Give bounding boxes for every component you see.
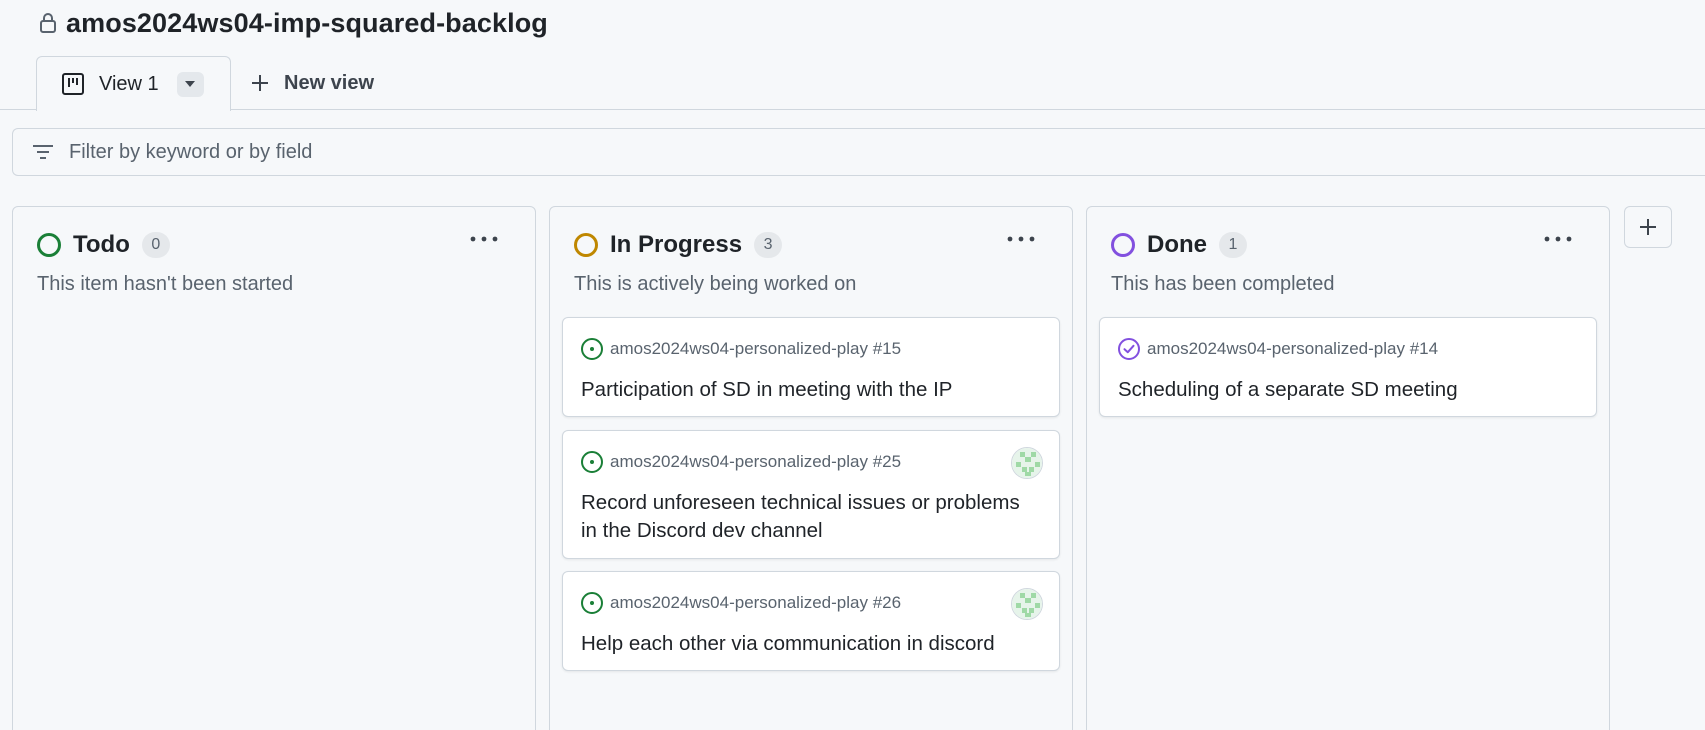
column-header: In Progress 3 <box>574 229 783 261</box>
card-title[interactable]: Help each other via communication in dis… <box>581 630 1041 658</box>
triangle-down-icon <box>185 81 196 87</box>
view-tabs: View 1 New view <box>0 55 1705 111</box>
status-circle-icon <box>37 233 61 257</box>
column-description: This item hasn't been started <box>37 273 294 295</box>
board-card[interactable]: amos2024ws04-personalized-play #15 Parti… <box>562 317 1060 417</box>
column-count-badge: 3 <box>754 232 783 258</box>
column-header: Done 1 <box>1111 229 1247 261</box>
kebab-horizontal-icon <box>1544 236 1572 242</box>
column-title: Done <box>1147 231 1207 258</box>
column-menu-button[interactable] <box>467 227 501 251</box>
kebab-horizontal-icon <box>1007 236 1035 242</box>
plus-icon <box>1640 219 1656 235</box>
card-reference[interactable]: amos2024ws04-personalized-play #14 <box>1147 339 1438 359</box>
column-in-progress: In Progress 3 This is actively being wor… <box>549 206 1073 730</box>
card-reference[interactable]: amos2024ws04-personalized-play #25 <box>610 452 901 472</box>
issue-open-icon <box>580 450 604 474</box>
filter-input[interactable] <box>69 140 669 164</box>
status-circle-icon <box>1111 233 1135 257</box>
card-meta: amos2024ws04-personalized-play #15 <box>580 336 901 362</box>
tab-view-1[interactable]: View 1 <box>36 56 231 111</box>
view-options-button[interactable] <box>176 71 204 97</box>
card-reference[interactable]: amos2024ws04-personalized-play #26 <box>610 593 901 613</box>
card-title[interactable]: Scheduling of a separate SD meeting <box>1118 376 1578 404</box>
column-todo: Todo 0 This item hasn't been started <box>12 206 536 730</box>
board-card[interactable]: amos2024ws04-personalized-play #14 Sched… <box>1099 317 1597 417</box>
board-icon <box>61 72 85 96</box>
issue-open-icon <box>580 591 604 615</box>
column-menu-button[interactable] <box>1541 227 1575 251</box>
card-meta: amos2024ws04-personalized-play #14 <box>1117 336 1438 362</box>
card-meta: amos2024ws04-personalized-play #26 <box>580 590 901 616</box>
avatar[interactable] <box>1011 447 1043 479</box>
column-description: This has been completed <box>1111 273 1335 295</box>
column-header: Todo 0 <box>37 229 170 261</box>
issue-open-icon <box>580 337 604 361</box>
board-card[interactable]: amos2024ws04-personalized-play #26 Help … <box>562 571 1060 671</box>
new-view-button[interactable]: New view <box>250 65 374 101</box>
card-title[interactable]: Record unforeseen technical issues or pr… <box>581 489 1041 545</box>
column-title: Todo <box>73 231 130 258</box>
card-title[interactable]: Participation of SD in meeting with the … <box>581 376 1041 404</box>
issue-closed-icon <box>1117 337 1141 361</box>
add-column-button[interactable] <box>1624 206 1672 248</box>
board-card[interactable]: amos2024ws04-personalized-play #25 Recor… <box>562 430 1060 559</box>
card-meta: amos2024ws04-personalized-play #25 <box>580 449 901 475</box>
column-count-badge: 0 <box>141 232 170 258</box>
column-done: Done 1 This has been completed amos2024w… <box>1086 206 1610 730</box>
page-title: amos2024ws04-imp-squared-backlog <box>66 7 548 38</box>
column-menu-button[interactable] <box>1004 227 1038 251</box>
lock-icon <box>38 11 58 35</box>
column-count-badge: 1 <box>1219 232 1247 258</box>
project-header: amos2024ws04-imp-squared-backlog <box>38 6 548 40</box>
column-description: This is actively being worked on <box>574 273 857 295</box>
card-reference[interactable]: amos2024ws04-personalized-play #15 <box>610 339 901 359</box>
kebab-horizontal-icon <box>470 236 498 242</box>
tab-label: View 1 <box>99 72 159 95</box>
filter-bar <box>12 128 1705 176</box>
avatar[interactable] <box>1011 588 1043 620</box>
new-view-label: New view <box>284 71 375 94</box>
status-circle-icon <box>574 233 598 257</box>
plus-icon <box>250 73 270 93</box>
filter-icon <box>31 142 55 162</box>
column-title: In Progress <box>610 231 743 258</box>
